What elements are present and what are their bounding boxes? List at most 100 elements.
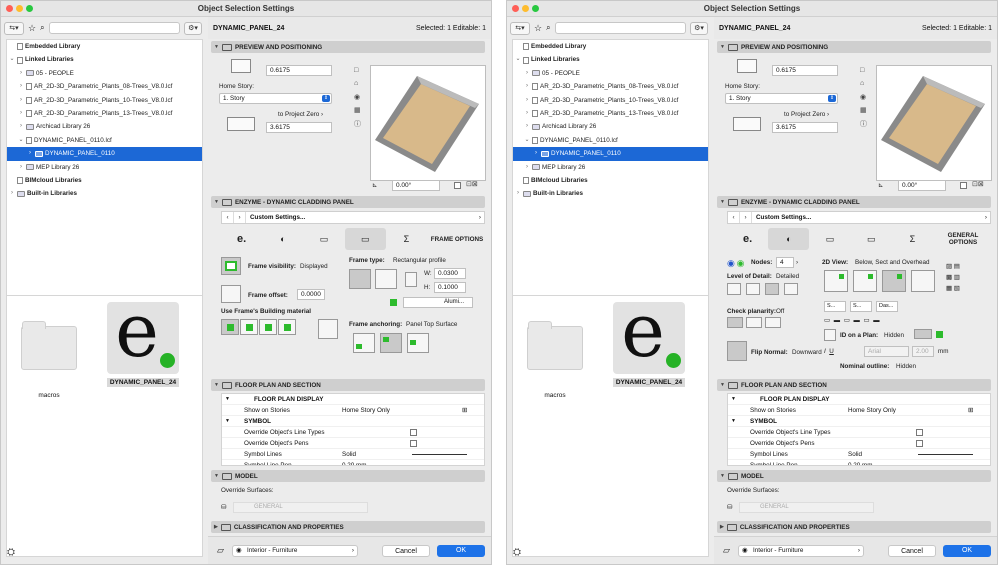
profile-l-icon[interactable] [375, 269, 397, 289]
table-row[interactable]: Show on Stories Home Story Only ⊞ [222, 405, 484, 416]
star-icon[interactable]: ☆ [28, 23, 36, 34]
table-row[interactable]: Override Object's Line Types [222, 427, 484, 438]
chevron-right-icon[interactable]: › [27, 147, 33, 160]
tab-general[interactable]: ◐ [262, 228, 303, 250]
anchor-option-icon[interactable] [380, 333, 402, 353]
lod-option-icon[interactable] [784, 283, 798, 295]
top-elevation-field[interactable]: 0.6175 [772, 65, 838, 76]
chevron-right-icon[interactable]: › [18, 80, 24, 93]
library-item[interactable]: › 05 - PEOPLE [513, 67, 708, 80]
star-icon[interactable]: ☆ [534, 23, 542, 34]
layers-icon[interactable]: ▦ [860, 106, 867, 114]
frame-visibility-icon[interactable] [221, 257, 241, 275]
mirror-icon[interactable]: ⊡⊠ [972, 180, 984, 188]
planarity-option-icon[interactable] [765, 317, 781, 328]
chevron-right-icon[interactable]: › [18, 107, 24, 120]
view2d-option-icon[interactable] [882, 270, 906, 292]
table-row[interactable]: Override Object's Line Types [728, 427, 990, 438]
library-item[interactable]: › AR_2D-3D_Parametric_Plants_08-Trees_V8.… [513, 80, 708, 93]
home-icon[interactable]: ⌂ [354, 80, 358, 87]
home-story-select[interactable]: 1. Story ⇕ [725, 93, 838, 104]
lod-option-icon[interactable] [746, 283, 760, 295]
view-icon[interactable]: ◉ [860, 93, 866, 101]
section-classification[interactable]: ▶ CLASSIFICATION AND PROPERTIES [211, 521, 485, 533]
chevron-right-icon[interactable]: › [524, 80, 530, 93]
stories-icon[interactable]: ⊞ [968, 407, 973, 414]
tile-object[interactable]: e DYNAMIC_PANEL_24 [107, 302, 179, 387]
font-select[interactable]: Arial [864, 346, 909, 357]
to-project-zero[interactable]: to Project Zero › [278, 111, 323, 118]
tab-options[interactable]: GENERAL OPTIONS [933, 228, 993, 250]
mirror-checkbox[interactable] [454, 182, 461, 189]
nodes-field[interactable]: 4 [776, 257, 794, 268]
chevron-right-icon[interactable]: › [18, 120, 24, 133]
box-icon[interactable]: □ [860, 67, 864, 74]
chevron-down-icon[interactable]: ⌄ [515, 53, 521, 66]
material-option-icon[interactable] [240, 319, 258, 335]
gear-icon[interactable]: ⚙▾ [184, 21, 202, 35]
chevron-right-icon[interactable]: › [533, 147, 539, 160]
frame-width-field[interactable]: 0.0300 [434, 268, 466, 279]
ok-button[interactable]: OK [437, 545, 485, 557]
library-manager-icon[interactable]: ⛭ [7, 547, 15, 558]
chevron-right-icon[interactable]: › [9, 187, 15, 200]
lod-option-icon[interactable] [727, 283, 741, 295]
close-button[interactable] [6, 5, 13, 12]
gear-icon[interactable]: ⚙▾ [690, 21, 708, 35]
library-item[interactable]: › Built-in Libraries [513, 187, 708, 200]
custom-settings-bar[interactable]: ‹ › Custom Settings... › [221, 211, 485, 224]
tab-panel[interactable]: ▭ [303, 228, 344, 250]
override-checkbox[interactable] [410, 429, 417, 436]
library-item[interactable]: Embedded Library [513, 40, 708, 53]
cancel-button[interactable]: Cancel [888, 545, 936, 557]
material-option-icon[interactable] [221, 319, 239, 335]
section-floor-plan[interactable]: ▼ FLOOR PLAN AND SECTION [717, 379, 991, 391]
tab-frame[interactable]: ▭ [344, 228, 386, 250]
home-icon[interactable]: ⌂ [860, 80, 864, 87]
chevron-right-icon[interactable]: › [524, 161, 530, 174]
material-option-icon[interactable] [259, 319, 277, 335]
section-classification[interactable]: ▶ CLASSIFICATION AND PROPERTIES [717, 521, 991, 533]
chevron-right-icon[interactable]: › [524, 120, 530, 133]
section-enzyme[interactable]: ▼ ENZYME - DYNAMIC CLADDING PANEL [717, 196, 991, 208]
font-size-field[interactable]: 2.00 [912, 346, 934, 357]
3d-preview[interactable] [370, 65, 486, 181]
chevron-down-icon[interactable]: ⌄ [524, 134, 530, 147]
section-enzyme[interactable]: ▼ ENZYME - DYNAMIC CLADDING PANEL [211, 196, 485, 208]
material-select[interactable]: Alumi... [403, 297, 473, 308]
custom-settings-bar[interactable]: ‹ › Custom Settings... › [727, 211, 991, 224]
mirror-checkbox[interactable] [960, 182, 967, 189]
table-row[interactable]: Show on Stories Home Story Only ⊞ [728, 405, 990, 416]
view2d-option-icon[interactable] [911, 270, 935, 292]
section-preview[interactable]: ▼ PREVIEW AND POSITIONING [717, 41, 991, 53]
chevron-right-icon[interactable]: › [18, 67, 24, 80]
planarity-option-icon[interactable] [746, 317, 762, 328]
prev-icon[interactable]: ‹ [222, 212, 234, 223]
zoom-button[interactable] [26, 5, 33, 12]
search-input[interactable] [554, 22, 686, 34]
pen-select[interactable]: S... [850, 301, 872, 312]
library-item[interactable]: BIMcloud Libraries [7, 174, 202, 187]
minimize-button[interactable] [16, 5, 23, 12]
general-surface-select[interactable]: GENERAL [233, 502, 368, 513]
general-surface-select[interactable]: GENERAL [739, 502, 874, 513]
table-row[interactable]: Symbol Lines Solid [728, 449, 990, 460]
tab-formula[interactable]: Σ [892, 228, 933, 250]
library-view-icon[interactable]: ⇆▾ [4, 21, 24, 35]
library-item[interactable]: › MEP Library 26 [7, 161, 202, 174]
table-row[interactable]: Symbol Line Pen 0.20 mm [222, 460, 484, 466]
chevron-right-icon[interactable]: › [524, 67, 530, 80]
info-icon[interactable]: ⓘ [354, 119, 361, 129]
lod-option-icon[interactable] [765, 283, 779, 295]
table-row[interactable]: Symbol Line Pen 0.20 mm [728, 460, 990, 466]
tile-macros[interactable]: macros [527, 321, 583, 399]
info-icon[interactable]: ⓘ [860, 119, 867, 129]
nodes-arrow-icon[interactable]: › [796, 259, 798, 266]
frame-height-field[interactable]: 0.1000 [434, 282, 466, 293]
planarity-option-icon[interactable] [727, 317, 743, 328]
layers-icon[interactable]: ▦ [354, 106, 361, 114]
chevron-right-icon[interactable]: › [524, 107, 530, 120]
profile-rect-icon[interactable] [349, 269, 371, 289]
library-item[interactable]: › AR_2D-3D_Parametric_Plants_10-Trees_V8.… [7, 94, 202, 107]
table-row[interactable]: Override Object's Pens [222, 438, 484, 449]
